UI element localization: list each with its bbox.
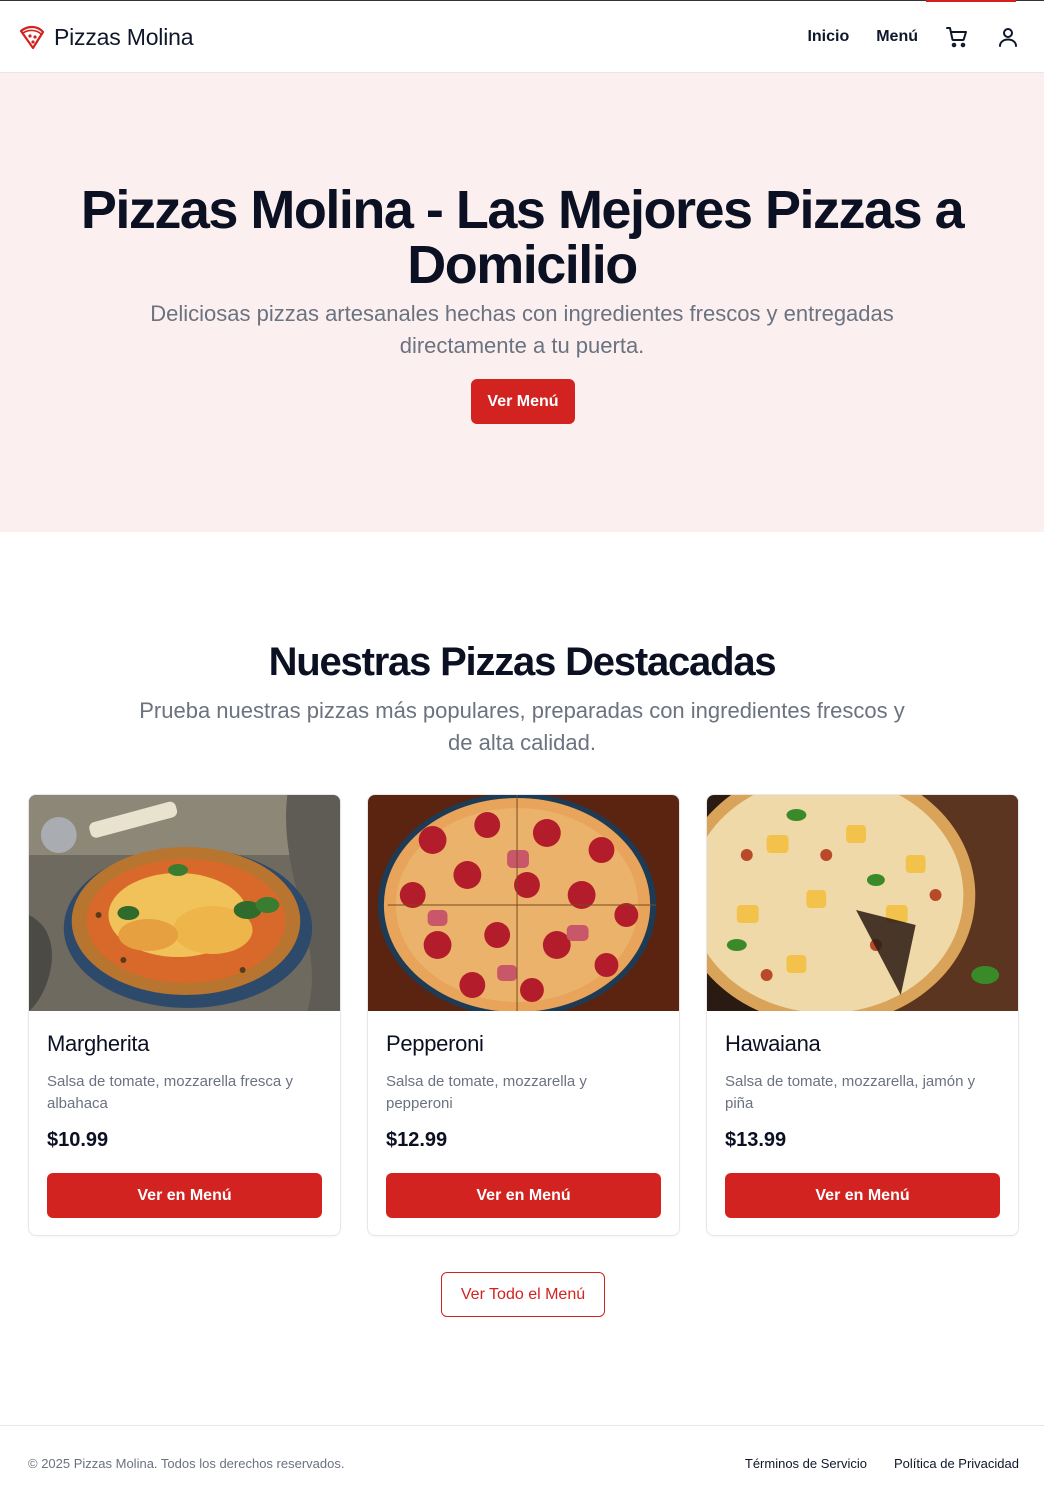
terms-link[interactable]: Términos de Servicio [745, 1456, 867, 1471]
hero-section: Pizzas Molina - Las Mejores Pizzas a Dom… [0, 73, 1044, 532]
pizza-name: Margherita [47, 1031, 150, 1056]
nav-inicio[interactable]: Inicio [807, 28, 849, 46]
margherita-image [29, 795, 340, 1011]
nav-menu[interactable]: Menú [876, 28, 918, 46]
site-header: Pizzas Molina Inicio Menú [0, 0, 1044, 73]
privacy-link[interactable]: Política de Privacidad [894, 1456, 1019, 1471]
hawaiana-image [707, 795, 1018, 1011]
pizza-card-margherita: Margherita Salsa de tomate, mozzarella f… [28, 794, 341, 1236]
pizza-name: Hawaiana [725, 1031, 821, 1056]
pizza-price: $12.99 [386, 1129, 448, 1151]
pizza-card-pepperoni: Pepperoni Salsa de tomate, mozzarella y … [367, 794, 680, 1236]
pizza-price: $10.99 [47, 1129, 109, 1151]
ver-en-menu-button[interactable]: Ver en Menú [725, 1173, 1000, 1218]
ver-menu-button[interactable]: Ver Menú [471, 379, 575, 424]
cart-icon[interactable] [945, 25, 969, 49]
main-nav: Inicio Menú [780, 23, 1020, 51]
copyright-text: © 2025 Pizzas Molina. Todos los derechos… [28, 1456, 345, 1471]
footer-links: Términos de Servicio Política de Privaci… [745, 1456, 1019, 1471]
site-footer: © 2025 Pizzas Molina. Todos los derechos… [0, 1425, 1044, 1498]
ver-todo-el-menu-button[interactable]: Ver Todo el Menú [441, 1272, 605, 1317]
pizza-name: Pepperoni [386, 1031, 484, 1056]
featured-subtitle: Prueba nuestras pizzas más populares, pr… [139, 698, 905, 755]
hero-title: Pizzas Molina - Las Mejores Pizzas a Dom… [80, 180, 965, 295]
brand-link[interactable]: Pizzas Molina [18, 23, 193, 51]
pizza-price: $13.99 [725, 1129, 787, 1151]
pizza-card-hawaiana: Hawaiana Salsa de tomate, mozzarella, ja… [706, 794, 1019, 1236]
pizza-slice-icon [19, 25, 45, 50]
brand-name: Pizzas Molina [54, 23, 194, 50]
pizza-description: Salsa de tomate, mozzarella, jamón y piñ… [725, 1073, 976, 1112]
header-accent-line [926, 0, 1016, 2]
hero-subtitle: Deliciosas pizzas artesanales hechas con… [150, 301, 894, 358]
ver-en-menu-button[interactable]: Ver en Menú [47, 1173, 322, 1218]
user-icon[interactable] [996, 25, 1020, 49]
ver-en-menu-button[interactable]: Ver en Menú [386, 1173, 661, 1218]
pepperoni-image [368, 795, 679, 1011]
pizza-description: Salsa de tomate, mozzarella fresca y alb… [47, 1073, 293, 1112]
featured-title: Nuestras Pizzas Destacadas [268, 640, 777, 684]
pizza-description: Salsa de tomate, mozzarella y pepperoni [386, 1073, 587, 1112]
